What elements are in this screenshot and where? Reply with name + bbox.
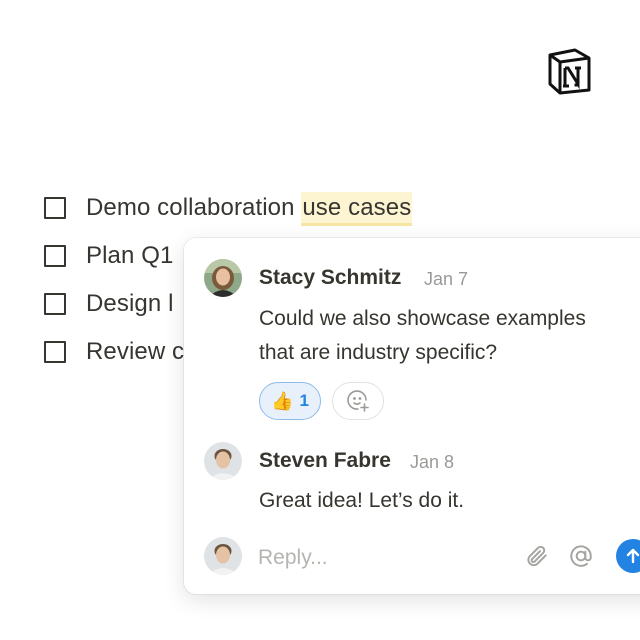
comment-thread-popover: Stacy Schmitz Jan 7 Could we also showca… [184,238,640,594]
todo-checkbox[interactable] [44,293,66,315]
comment-author: Stacy Schmitz [259,266,402,289]
comment-body-line: Great idea! Let’s do it. [259,489,465,512]
thumbs-up-icon: 👍 [271,390,294,411]
comment-date: Jan 8 [410,452,455,472]
comment-body-line: that are industry specific? [259,341,498,364]
reaction-count: 1 [299,391,309,410]
add-emoji-icon [347,390,369,412]
todo-text[interactable]: Review c [86,338,184,366]
notion-logo-icon [548,48,591,95]
comment-body-line: Could we also showcase examples [259,307,586,330]
todo-checkbox[interactable] [44,197,66,219]
todo-checkbox[interactable] [44,341,66,363]
commented-highlight[interactable]: use cases [301,192,413,226]
arrow-up-icon [626,548,640,564]
avatar [204,537,242,575]
avatar[interactable] [204,442,242,480]
todo-text[interactable]: Demo collaboration use cases [86,192,413,226]
send-button[interactable] [616,539,640,573]
todo-item: Demo collaboration use cases [44,184,413,232]
todo-text[interactable]: Plan Q1 [86,242,173,270]
comment-author: Steven Fabre [259,449,391,472]
comment-date: Jan 7 [424,269,469,289]
reply-input[interactable] [258,540,498,576]
todo-checkbox[interactable] [44,245,66,267]
reaction-thumbs-up[interactable]: 👍 1 [259,382,321,420]
todo-text[interactable]: Design l [86,290,174,318]
paperclip-icon[interactable] [524,543,550,569]
avatar[interactable] [204,259,242,297]
at-sign-icon[interactable] [568,543,594,569]
add-reaction-button[interactable] [332,382,384,420]
